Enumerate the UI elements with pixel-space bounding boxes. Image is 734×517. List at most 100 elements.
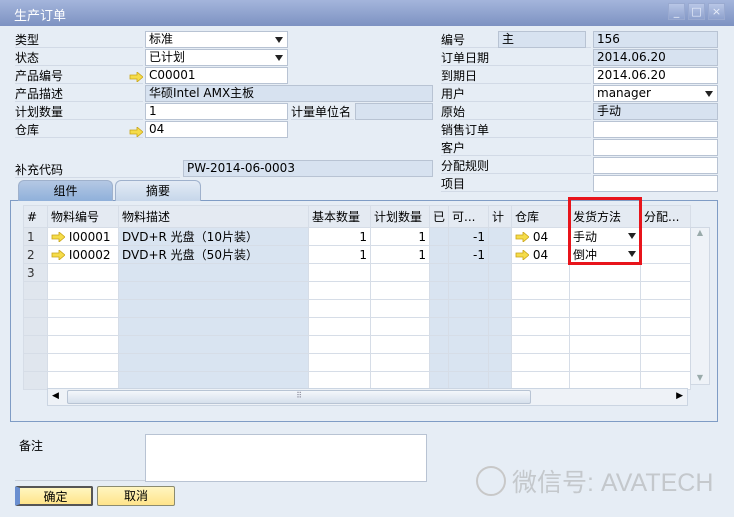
ok-button[interactable]: 确定 <box>15 486 93 506</box>
issue-method-cell[interactable] <box>569 335 642 354</box>
warehouse-cell[interactable]: 04 <box>511 227 571 246</box>
issued-cell[interactable] <box>428 227 450 246</box>
planned-qty-cell[interactable] <box>370 335 430 354</box>
uom-cell[interactable] <box>488 263 513 282</box>
planned-qty-cell[interactable] <box>370 263 430 282</box>
column-header[interactable]: 计划数量 <box>370 205 430 228</box>
warehouse-cell[interactable] <box>511 371 571 390</box>
remarks-textarea[interactable] <box>145 434 427 482</box>
warehouse-cell[interactable] <box>511 281 571 300</box>
table-row[interactable] <box>23 353 692 372</box>
status-select[interactable]: 已计划 <box>145 49 288 66</box>
available-cell[interactable] <box>448 317 490 336</box>
planned-qty-cell[interactable] <box>370 299 430 318</box>
link-arrow-icon[interactable] <box>515 231 530 242</box>
close-button[interactable]: × <box>708 3 725 20</box>
vertical-scrollbar[interactable]: ▲ ▼ <box>690 227 710 385</box>
issued-cell[interactable] <box>428 371 450 390</box>
item-desc-cell[interactable] <box>118 299 309 318</box>
base-qty-cell[interactable] <box>308 299 371 318</box>
type-select[interactable]: 标准 <box>145 31 288 48</box>
available-cell[interactable] <box>448 299 490 318</box>
issued-cell[interactable] <box>428 317 450 336</box>
table-row[interactable]: 3 <box>23 263 692 282</box>
project-input[interactable] <box>593 175 718 192</box>
dist-cell[interactable] <box>640 245 692 264</box>
tab-summary[interactable]: 摘要 <box>115 180 201 201</box>
issue-method-cell[interactable] <box>569 299 642 318</box>
table-row[interactable] <box>23 335 692 354</box>
table-row[interactable] <box>23 299 692 318</box>
item-no-cell[interactable]: I00002 <box>47 245 119 264</box>
base-qty-cell[interactable]: 1 <box>308 245 371 264</box>
table-row[interactable] <box>23 281 692 300</box>
planned-qty-cell[interactable] <box>370 353 430 372</box>
base-qty-cell[interactable] <box>308 317 371 336</box>
issued-cell[interactable] <box>428 245 450 264</box>
dist-rule-input[interactable] <box>593 157 718 174</box>
issue-method-cell[interactable] <box>569 317 642 336</box>
cancel-button[interactable]: 取消 <box>97 486 175 506</box>
table-row[interactable] <box>23 317 692 336</box>
column-header[interactable]: 基本数量 <box>308 205 371 228</box>
uom-cell[interactable] <box>488 353 513 372</box>
issued-cell[interactable] <box>428 281 450 300</box>
planned-qty-cell[interactable] <box>370 317 430 336</box>
dist-cell[interactable] <box>640 263 692 282</box>
column-header[interactable]: 仓库 <box>511 205 571 228</box>
uom-cell[interactable] <box>488 371 513 390</box>
dist-cell[interactable] <box>640 317 692 336</box>
warehouse-cell[interactable]: 04 <box>511 245 571 264</box>
horizontal-scrollbar[interactable]: ◀ ⠿ ▶ <box>47 388 688 406</box>
item-desc-cell[interactable] <box>118 371 309 390</box>
dist-cell[interactable] <box>640 299 692 318</box>
warehouse-cell[interactable] <box>511 353 571 372</box>
available-cell[interactable] <box>448 371 490 390</box>
column-header[interactable]: 已 <box>428 205 450 228</box>
uom-cell[interactable] <box>488 245 513 264</box>
item-no-cell[interactable]: I00001 <box>47 227 119 246</box>
scroll-thumb[interactable]: ⠿ <box>67 390 531 404</box>
item-desc-cell[interactable]: DVD+R 光盘（10片装） <box>118 227 309 246</box>
uom-cell[interactable] <box>488 317 513 336</box>
warehouse-cell[interactable] <box>511 263 571 282</box>
item-no-cell[interactable] <box>47 281 119 300</box>
scroll-left-icon[interactable]: ◀ <box>52 391 59 401</box>
dist-cell[interactable] <box>640 353 692 372</box>
item-no-cell[interactable] <box>47 371 119 390</box>
issued-cell[interactable] <box>428 335 450 354</box>
uom-cell[interactable] <box>488 281 513 300</box>
issue-method-cell[interactable] <box>569 371 642 390</box>
dist-cell[interactable] <box>640 371 692 390</box>
due-date-input[interactable]: 2014.06.20 <box>593 67 718 84</box>
uom-cell[interactable] <box>488 335 513 354</box>
planned-qty-cell[interactable]: 1 <box>370 245 430 264</box>
link-arrow-icon[interactable] <box>129 72 143 82</box>
base-qty-cell[interactable] <box>308 335 371 354</box>
warehouse-input[interactable]: 04 <box>145 121 288 138</box>
planned-qty-cell[interactable]: 1 <box>370 227 430 246</box>
link-arrow-icon[interactable] <box>51 231 66 242</box>
item-no-cell[interactable] <box>47 299 119 318</box>
link-arrow-icon[interactable] <box>515 249 530 260</box>
item-desc-cell[interactable]: DVD+R 光盘（50片装） <box>118 245 309 264</box>
available-cell[interactable] <box>448 353 490 372</box>
uom-cell[interactable] <box>488 227 513 246</box>
product-no-input[interactable]: C00001 <box>145 67 288 84</box>
scroll-up-icon[interactable]: ▲ <box>691 228 709 237</box>
planned-qty-cell[interactable] <box>370 371 430 390</box>
available-cell[interactable] <box>448 335 490 354</box>
item-desc-cell[interactable] <box>118 317 309 336</box>
scroll-down-icon[interactable]: ▼ <box>691 373 709 382</box>
minimize-button[interactable]: _ <box>668 3 685 20</box>
item-no-cell[interactable] <box>47 317 119 336</box>
series-field[interactable]: 主 <box>498 31 586 48</box>
column-header[interactable]: 物料描述 <box>118 205 309 228</box>
maximize-button[interactable]: □ <box>688 3 705 20</box>
base-qty-cell[interactable] <box>308 263 371 282</box>
warehouse-cell[interactable] <box>511 317 571 336</box>
column-header[interactable]: 计 <box>488 205 513 228</box>
uom-cell[interactable] <box>488 299 513 318</box>
item-no-cell[interactable] <box>47 335 119 354</box>
column-header[interactable]: # <box>23 205 48 228</box>
